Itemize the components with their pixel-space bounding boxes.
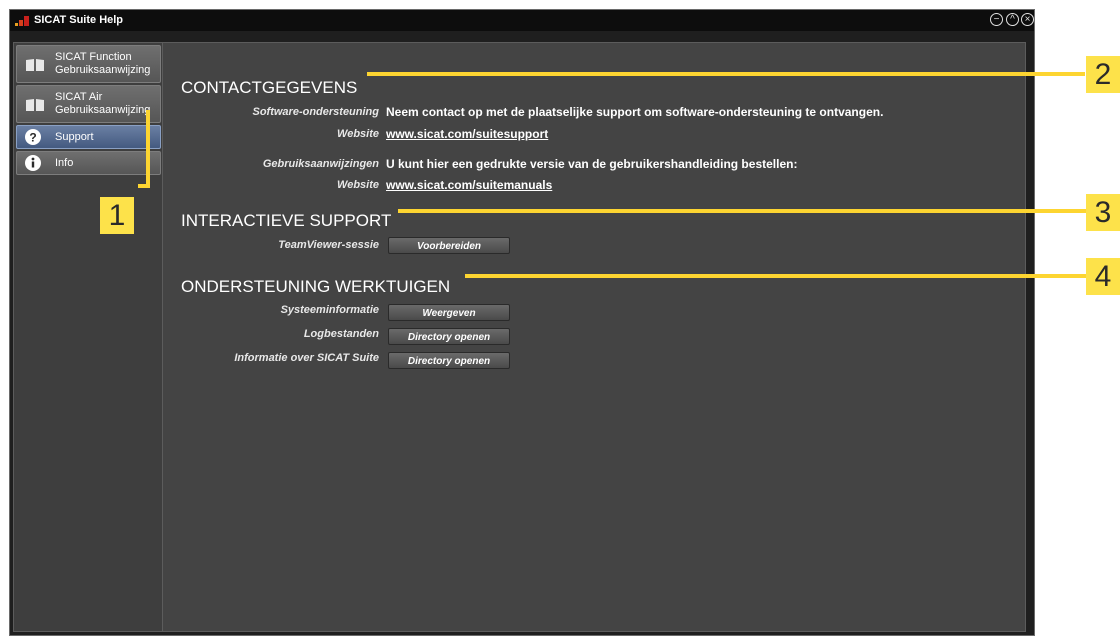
- interactive-support-heading: INTERACTIEVE SUPPORT: [181, 211, 392, 230]
- manuals-label: Gebruiksaanwijzingen: [262, 158, 379, 170]
- title-bar: SICAT Suite Help − ^ ×: [10, 10, 1034, 31]
- sidebar: SICAT Function Gebruiksaanwijzing SICAT …: [13, 42, 163, 632]
- help-window: SICAT Suite Help − ^ × SICAT Function Ge…: [9, 9, 1035, 636]
- software-support-text: Neem contact op met de plaatselijke supp…: [386, 105, 884, 119]
- open-log-directory-button[interactable]: Directory openen: [388, 328, 510, 345]
- sidebar-item-sublabel: Gebruiksaanwijzing: [55, 64, 151, 76]
- system-info-label: Systeeminformatie: [280, 304, 379, 316]
- suite-info-label: Informatie over SICAT Suite: [234, 352, 379, 364]
- sidebar-item-info[interactable]: Info: [16, 151, 161, 175]
- website-label: Website: [337, 128, 379, 140]
- sidebar-item-label: Info: [55, 157, 74, 169]
- sidebar-item-label: Support: [55, 131, 94, 143]
- minimize-icon[interactable]: −: [990, 13, 1003, 26]
- callout-badge-2: 2: [1086, 56, 1120, 93]
- contact-heading: CONTACTGEGEVENS: [181, 78, 358, 97]
- callout-line-1: [146, 110, 150, 186]
- sidebar-item-label: SICAT Air: [55, 91, 103, 103]
- prepare-teamviewer-button[interactable]: Voorbereiden: [388, 237, 510, 254]
- support-tools-heading: ONDERSTEUNING WERKTUIGEN: [181, 277, 451, 296]
- sidebar-item-sublabel: Gebruiksaanwijzing: [55, 104, 151, 116]
- callout-badge-3: 3: [1086, 194, 1120, 231]
- website-label: Website: [337, 179, 379, 191]
- show-system-info-button[interactable]: Weergeven: [388, 304, 510, 321]
- manuals-website-link[interactable]: www.sicat.com/suitemanuals: [386, 178, 552, 192]
- svg-text:?: ?: [29, 131, 36, 145]
- callout-line-3: [398, 209, 1086, 213]
- log-files-label: Logbestanden: [303, 328, 379, 340]
- callout-line-2: [367, 72, 1085, 76]
- maximize-icon[interactable]: ^: [1006, 13, 1019, 26]
- sicat-logo-icon: [15, 16, 29, 26]
- callout-badge-1: 1: [100, 197, 134, 234]
- callout-line-4: [465, 274, 1086, 278]
- sidebar-item-label: SICAT Function: [55, 51, 132, 63]
- software-support-label: Software-ondersteuning: [252, 106, 379, 118]
- question-icon: ?: [25, 129, 41, 145]
- window-title: SICAT Suite Help: [34, 14, 124, 26]
- sidebar-item-sicat-air[interactable]: SICAT Air Gebruiksaanwijzing: [16, 85, 161, 123]
- close-icon[interactable]: ×: [1021, 13, 1034, 26]
- support-website-link[interactable]: www.sicat.com/suitesupport: [386, 127, 548, 141]
- support-panel: CONTACTGEGEVENS Software-ondersteuning N…: [162, 42, 1026, 632]
- book-icon: [26, 59, 44, 71]
- teamviewer-label: TeamViewer-sessie: [278, 239, 379, 251]
- info-icon: [25, 155, 41, 171]
- callout-line-1: [138, 184, 150, 188]
- sidebar-item-support[interactable]: ? Support: [16, 125, 161, 149]
- book-icon: [26, 99, 44, 111]
- sidebar-item-sicat-function[interactable]: SICAT Function Gebruiksaanwijzing: [16, 45, 161, 83]
- manuals-text: U kunt hier een gedrukte versie van de g…: [386, 157, 798, 171]
- open-suite-info-directory-button[interactable]: Directory openen: [388, 352, 510, 369]
- callout-badge-4: 4: [1086, 258, 1120, 295]
